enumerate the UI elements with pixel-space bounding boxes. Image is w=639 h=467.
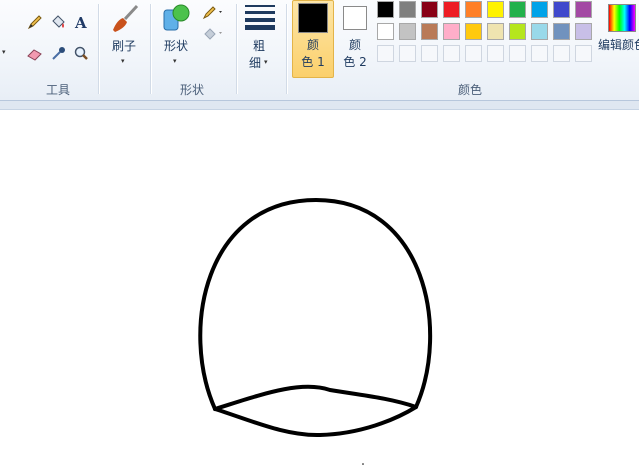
palette-empty-slot[interactable] xyxy=(553,45,570,62)
brushes-button[interactable]: 刷子 ▾ xyxy=(104,2,144,72)
stray-dot xyxy=(362,463,364,465)
tools-group-label: 工具 xyxy=(45,83,70,97)
size-label-line1: 粗 xyxy=(252,39,265,53)
palette-swatch[interactable] xyxy=(509,23,526,40)
palette-swatch[interactable] xyxy=(575,1,592,18)
outline-pencil-icon xyxy=(202,6,222,20)
separator xyxy=(286,4,288,94)
color-picker-tool-button[interactable] xyxy=(47,43,69,65)
edit-colors-button[interactable]: 编辑颜色 xyxy=(598,1,639,75)
upper-curve-stroke xyxy=(213,384,418,411)
palette-swatch[interactable] xyxy=(443,1,460,18)
palette-swatch[interactable] xyxy=(553,23,570,40)
separator xyxy=(150,4,152,94)
shapes-icon xyxy=(163,4,190,31)
size-label-line2: 细 xyxy=(248,56,261,70)
palette-swatch[interactable] xyxy=(399,1,416,18)
palette-swatch[interactable] xyxy=(399,23,416,40)
fill-style-button[interactable] xyxy=(200,23,228,45)
palette-empty-slot[interactable] xyxy=(421,45,438,62)
shapes-button[interactable]: 形状 ▾ xyxy=(156,2,196,72)
palette-swatch[interactable] xyxy=(531,1,548,18)
palette-swatch[interactable] xyxy=(465,23,482,40)
palette-swatch[interactable] xyxy=(377,23,394,40)
color2-swatch xyxy=(343,6,367,30)
fill-bucket-icon xyxy=(52,15,65,28)
palette-empty-slot[interactable] xyxy=(377,45,394,62)
text-tool-button[interactable]: A xyxy=(70,11,92,33)
chevron-down-icon: ▾ xyxy=(173,57,177,65)
drawing xyxy=(198,197,433,465)
palette-empty-slot[interactable] xyxy=(509,45,526,62)
palette-empty-slot[interactable] xyxy=(465,45,482,62)
pencil-icon xyxy=(27,15,42,30)
shapes-group-label: 形状 xyxy=(179,83,204,97)
head-outline-stroke xyxy=(198,197,433,411)
line-size-icon xyxy=(245,5,275,30)
chevron-down-icon: ▾ xyxy=(264,58,268,66)
palette-swatch[interactable] xyxy=(421,23,438,40)
magnifier-tool-button[interactable] xyxy=(70,43,92,65)
colors-group-label: 颜色 xyxy=(457,83,482,97)
palette-empty-slot[interactable] xyxy=(487,45,504,62)
color1-button[interactable]: 颜 色 1 xyxy=(292,0,334,78)
rainbow-icon xyxy=(608,4,636,32)
separator xyxy=(98,4,100,94)
drawing-canvas[interactable] xyxy=(0,110,639,467)
size-button[interactable]: 粗 细 ▾ xyxy=(240,2,280,74)
separator xyxy=(236,4,238,94)
palette-swatch[interactable] xyxy=(531,23,548,40)
shapes-label: 形状 xyxy=(163,39,188,53)
palette-swatch[interactable] xyxy=(553,1,570,18)
svg-text:A: A xyxy=(74,14,87,31)
color-picker-icon xyxy=(52,47,65,60)
outline-button[interactable] xyxy=(200,2,228,24)
palette-swatch[interactable] xyxy=(443,23,460,40)
palette-swatch[interactable] xyxy=(421,1,438,18)
ribbon: ▾ A 工具 刷子 ▾ 形状 ▾ 形状 粗 细 ▾ 颜 色 1 颜 色 2 编辑… xyxy=(0,0,639,101)
palette-swatch[interactable] xyxy=(487,23,504,40)
palette-empty-slot[interactable] xyxy=(531,45,548,62)
eraser-tool-button[interactable] xyxy=(24,43,46,65)
brush-icon xyxy=(113,4,139,32)
color1-label-line1: 颜 xyxy=(306,38,319,52)
ribbon-bottom-bar xyxy=(0,101,639,110)
chevron-down-icon: ▾ xyxy=(121,57,125,65)
brushes-label: 刷子 xyxy=(111,39,136,53)
color2-label-line2: 色 2 xyxy=(343,55,367,69)
color1-swatch xyxy=(298,3,328,33)
palette-empty-slot[interactable] xyxy=(399,45,416,62)
fill-tool-button[interactable] xyxy=(47,11,69,33)
text-icon: A xyxy=(74,14,87,31)
fill-style-icon xyxy=(204,28,222,40)
color2-button[interactable]: 颜 色 2 xyxy=(336,1,374,75)
magnifier-icon xyxy=(74,46,88,60)
palette-empty-slot[interactable] xyxy=(575,45,592,62)
pencil-tool-button[interactable] xyxy=(24,11,46,33)
chevron-down-icon[interactable]: ▾ xyxy=(2,48,6,56)
lower-curve-stroke xyxy=(213,405,418,438)
palette-swatch[interactable] xyxy=(487,1,504,18)
eraser-icon xyxy=(27,49,42,61)
color1-label-line2: 色 1 xyxy=(301,55,325,69)
palette-swatch[interactable] xyxy=(465,1,482,18)
palette-empty-slot[interactable] xyxy=(443,45,460,62)
color2-label-line1: 颜 xyxy=(348,38,361,52)
palette-swatch[interactable] xyxy=(575,23,592,40)
palette-swatch[interactable] xyxy=(509,1,526,18)
edit-colors-label: 编辑颜色 xyxy=(598,38,639,52)
palette-swatch[interactable] xyxy=(377,1,394,18)
